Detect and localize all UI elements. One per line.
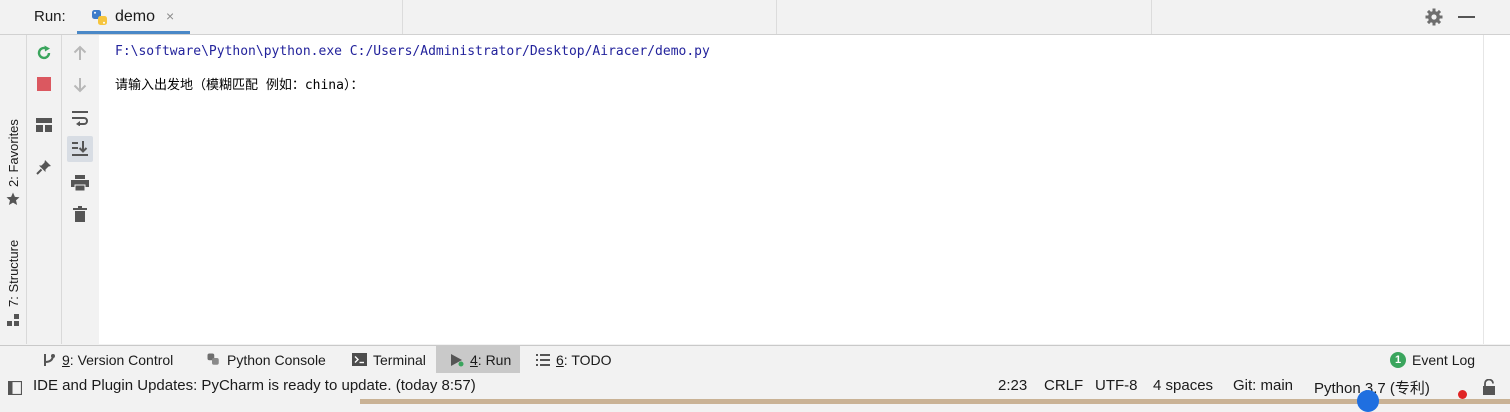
desktop-taskbar-edge xyxy=(360,399,1510,404)
todo-icon xyxy=(536,353,550,366)
toggle-tool-windows-icon[interactable] xyxy=(8,381,22,395)
tab-demo-label: demo xyxy=(115,8,156,25)
structure-tab[interactable]: 7: Structure xyxy=(6,240,21,307)
layout-button[interactable] xyxy=(31,112,57,138)
tab-event-log-label: Event Log xyxy=(1412,351,1476,368)
left-tool-strip: 2: Favorites 7: Structure xyxy=(0,35,27,344)
tab-run-num: 4 xyxy=(470,351,478,368)
bottom-tool-tabs: 9: Version Control Python Console Termin… xyxy=(0,345,1510,374)
file-encoding[interactable]: UTF-8 xyxy=(1095,377,1138,394)
status-message[interactable]: IDE and Plugin Updates: PyCharm is ready… xyxy=(33,377,476,394)
git-branch[interactable]: Git: main xyxy=(1233,377,1293,394)
rerun-icon xyxy=(37,45,51,60)
tab-demo[interactable]: demo × xyxy=(77,0,190,34)
tab-python-console[interactable]: Python Console xyxy=(202,346,330,373)
tab-event-log[interactable]: 1 Event Log xyxy=(1386,346,1479,373)
notification-dot xyxy=(1458,390,1467,399)
structure-icon xyxy=(7,314,19,326)
python-interpreter[interactable]: Python 3.7 (专利) xyxy=(1314,377,1466,398)
tab-version-control-label: : Version Control xyxy=(69,351,174,368)
gear-icon[interactable] xyxy=(1424,7,1444,27)
run-icon xyxy=(450,353,464,367)
caret-position[interactable]: 2:23 xyxy=(998,377,1027,394)
event-log-count-badge: 1 xyxy=(1390,351,1406,368)
console-scrollbar[interactable] xyxy=(1483,35,1510,344)
stop-icon xyxy=(37,77,51,91)
run-toolbar-primary xyxy=(27,35,62,344)
run-label: Run: xyxy=(34,8,66,25)
scroll-to-end-icon xyxy=(72,141,88,156)
tab-run[interactable]: 4: Run xyxy=(436,346,520,373)
console-prompt-line: 请输入出发地（模糊匹配 例如：china）： xyxy=(115,78,364,93)
terminal-icon xyxy=(352,353,367,366)
indent-setting[interactable]: 4 spaces xyxy=(1153,377,1213,394)
tab-python-console-label: Python Console xyxy=(227,351,326,368)
layout-icon xyxy=(36,118,52,132)
run-tool-window-header: Run: demo × xyxy=(0,0,1510,35)
header-divider xyxy=(776,0,777,34)
tab-terminal-label: Terminal xyxy=(373,351,426,368)
scroll-to-end-button[interactable] xyxy=(67,136,93,162)
line-separator[interactable]: CRLF xyxy=(1044,377,1083,394)
version-control-icon xyxy=(42,353,56,367)
python-file-icon xyxy=(92,10,107,25)
print-icon xyxy=(71,175,89,191)
pin-icon xyxy=(36,160,51,175)
header-divider xyxy=(1151,0,1152,34)
arrow-down-icon xyxy=(73,78,87,93)
minimize-icon[interactable] xyxy=(1458,16,1475,18)
clear-all-button[interactable] xyxy=(67,201,93,227)
tray-app-icon[interactable] xyxy=(1357,390,1379,412)
lock-icon[interactable] xyxy=(1482,379,1496,395)
tab-terminal[interactable]: Terminal xyxy=(348,346,430,373)
up-arrow-button[interactable] xyxy=(67,40,93,66)
tab-version-control[interactable]: 9: Version Control xyxy=(38,346,177,373)
console-command-line: F:\software\Python\python.exe C:/Users/A… xyxy=(115,44,710,59)
down-arrow-button[interactable] xyxy=(67,72,93,98)
close-icon[interactable]: × xyxy=(166,8,174,24)
run-toolbar-secondary xyxy=(62,35,99,344)
trash-icon xyxy=(73,206,87,222)
rerun-button[interactable] xyxy=(31,40,57,66)
favorites-tab[interactable]: 2: Favorites xyxy=(6,119,21,187)
header-divider xyxy=(402,0,403,34)
arrow-up-icon xyxy=(73,45,87,60)
tab-todo[interactable]: 6: TODO xyxy=(532,346,616,373)
active-tab-underline xyxy=(77,31,190,34)
console-output[interactable]: F:\software\Python\python.exe C:/Users/A… xyxy=(99,35,1483,344)
python-console-icon xyxy=(206,352,221,367)
soft-wrap-icon xyxy=(72,111,88,126)
print-button[interactable] xyxy=(67,170,93,196)
star-icon xyxy=(6,192,20,205)
tab-todo-label: : TODO xyxy=(563,351,612,368)
tab-todo-num: 6 xyxy=(556,351,564,368)
tab-run-label: : Run xyxy=(477,351,512,368)
soft-wrap-button[interactable] xyxy=(67,105,93,131)
tab-version-control-num: 9 xyxy=(62,351,70,368)
pin-button[interactable] xyxy=(31,154,57,180)
stop-button[interactable] xyxy=(31,71,57,97)
